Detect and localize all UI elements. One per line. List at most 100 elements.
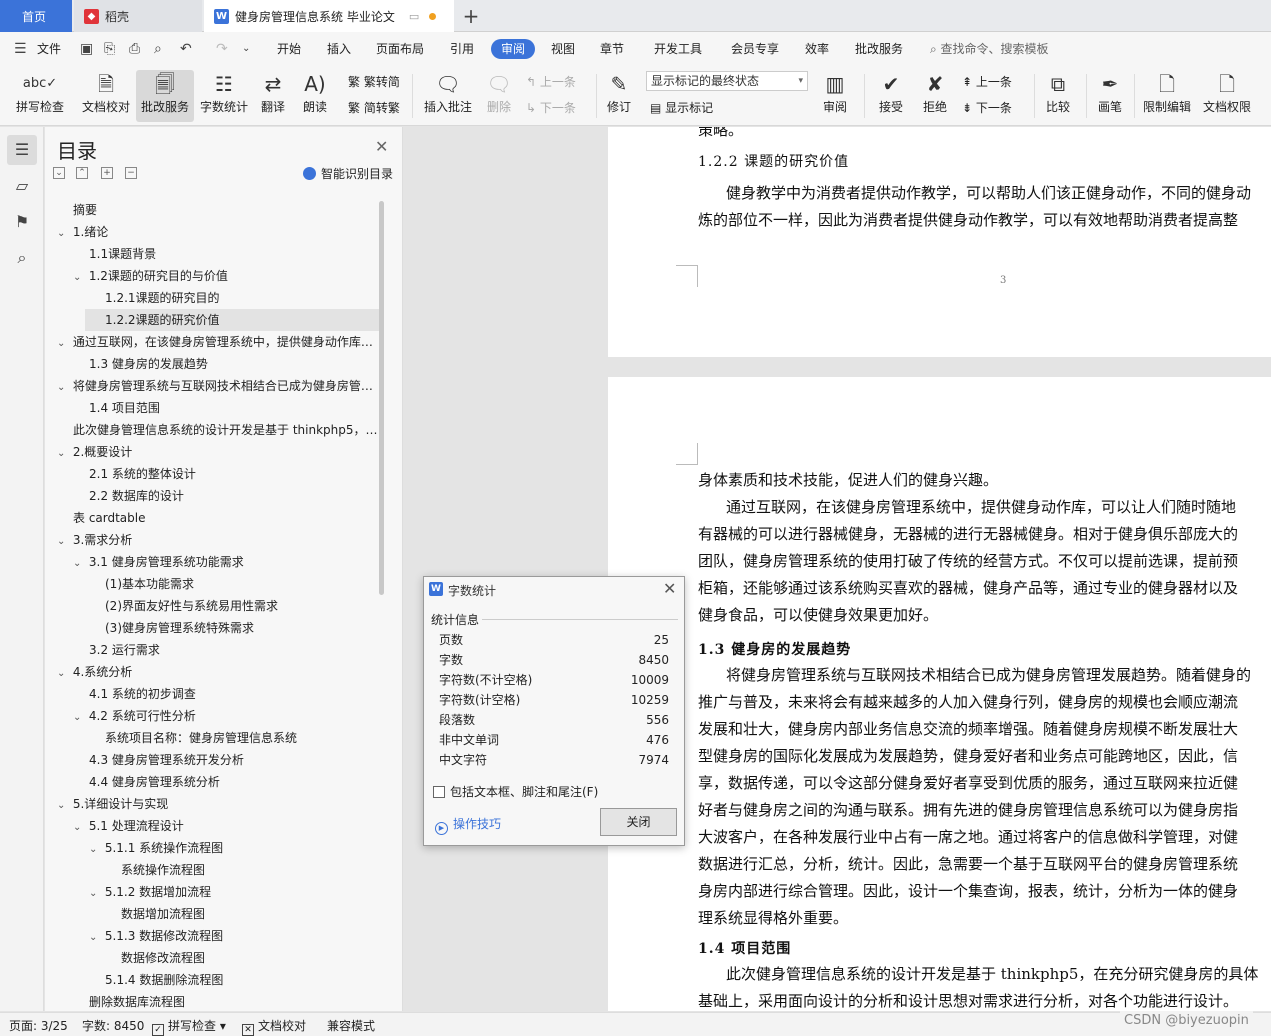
toc-item[interactable]: 数据修改流程图	[121, 947, 379, 969]
review-pane-button[interactable]: ▥ 审阅	[816, 70, 854, 122]
chevron-down-icon[interactable]: ⌄	[57, 795, 69, 815]
toc-item[interactable]: ⌄ 通过互联网，在该健身房管理系统中，提供健身动作库，可以让人们随时随地	[57, 331, 379, 353]
prev-comment-button[interactable]: ↰ 上一条	[526, 72, 576, 92]
tips-link[interactable]: ▶ 操作技巧	[435, 815, 501, 835]
word-count-indicator[interactable]: 字数: 8450	[82, 1017, 144, 1034]
toc-item[interactable]: 摘要	[73, 199, 379, 221]
next-change-button[interactable]: ⇟ 下一条	[962, 98, 1012, 118]
toc-item[interactable]: 1.1课题背景	[89, 243, 379, 265]
chevron-down-icon[interactable]: ⌄	[57, 531, 69, 551]
translate-button[interactable]: ⇄ 翻译	[256, 70, 290, 122]
toc-item[interactable]: 1.2.2课题的研究价值	[85, 309, 379, 331]
toc-item[interactable]: ⌄ 4.系统分析	[57, 661, 379, 683]
collapse-all-icon[interactable]: ⌄	[53, 167, 65, 179]
close-icon[interactable]: ✕	[663, 579, 676, 598]
menu-file[interactable]: 文件	[34, 39, 64, 59]
toc-item[interactable]: ⌄ 5.1 处理流程设计	[73, 815, 379, 837]
correct-service-button[interactable]: 🗐 批改服务	[136, 70, 194, 122]
toc-item[interactable]: ⌄ 1.2课题的研究目的与价值	[73, 265, 379, 287]
chevron-down-icon[interactable]: ⌄	[73, 267, 85, 287]
chevron-down-icon[interactable]: ⌄	[89, 927, 101, 947]
delete-comment-button[interactable]: 🗨 删除	[480, 70, 518, 122]
monitor-icon[interactable]: ▭	[409, 10, 419, 23]
toc-item[interactable]: (3)健身房管理系统特殊需求	[105, 617, 379, 639]
next-comment-button[interactable]: ↳ 下一条	[526, 98, 576, 118]
restrict-edit-button[interactable]: 🗋 限制编辑	[1140, 70, 1194, 122]
chapter-nav-icon[interactable]: ▱	[7, 171, 37, 201]
close-icon[interactable]: ✕	[375, 137, 388, 156]
expand-up-icon[interactable]: ⌃	[76, 167, 88, 179]
undo-icon[interactable]: ↶	[180, 41, 192, 57]
close-button[interactable]: 关闭	[600, 808, 677, 836]
menu-review[interactable]: 审阅	[491, 39, 536, 59]
menu-correction[interactable]: 批改服务	[852, 39, 906, 59]
prev-change-button[interactable]: ⇞ 上一条	[962, 72, 1012, 92]
toc-item[interactable]: 删除数据库流程图	[89, 991, 379, 1011]
spell-check-button[interactable]: abc✓ 拼写检查	[8, 70, 72, 122]
toc-item[interactable]: (1)基本功能需求	[105, 573, 379, 595]
menu-member[interactable]: 会员专享	[728, 39, 782, 59]
simp-to-trad-button[interactable]: 繁 简转繁	[348, 98, 400, 118]
reject-button[interactable]: ✘ 拒绝	[916, 70, 954, 122]
trad-to-simp-button[interactable]: 繁 繁转简	[348, 72, 400, 92]
show-markup-button[interactable]: ▤ 显示标记	[650, 98, 713, 118]
chevron-down-icon[interactable]: ⌄	[57, 333, 69, 353]
document-canvas[interactable]: 🗎 ▾ 策略。 1.2.2 课题的研究价值 健身教学中为消费者提供动作教学，可以…	[404, 127, 1271, 1011]
toc-item[interactable]: 4.1 系统的初步调查	[89, 683, 379, 705]
tab-home[interactable]: 首页	[0, 0, 72, 32]
toc-item[interactable]: ⌄ 1.绪论	[57, 221, 379, 243]
toc-item[interactable]: ⌄ 5.1.2 数据增加流程	[89, 881, 379, 903]
toc-item[interactable]: 1.3 健身房的发展趋势	[89, 353, 379, 375]
menu-chapter[interactable]: 章节	[597, 39, 627, 59]
print-icon[interactable]: ⎙	[129, 41, 140, 57]
toc-item[interactable]: 1.2.1课题的研究目的	[105, 287, 379, 309]
toc-scrollbar[interactable]	[379, 201, 384, 595]
chevron-down-icon[interactable]: ⌄	[57, 663, 69, 683]
menu-reference[interactable]: 引用	[447, 39, 477, 59]
export-icon[interactable]: ⎘	[104, 41, 115, 57]
compare-button[interactable]: ⧉ 比较	[1040, 70, 1076, 122]
toc-item[interactable]: 系统项目名称：健身房管理信息系统	[105, 727, 379, 749]
menu-start[interactable]: 开始	[274, 39, 304, 59]
save-icon[interactable]: ▣	[80, 41, 93, 57]
insert-comment-button[interactable]: 🗨 插入批注	[422, 70, 474, 122]
word-count-button[interactable]: ☷ 字数统计	[198, 70, 250, 122]
menu-efficiency[interactable]: 效率	[802, 39, 832, 59]
markup-state-select[interactable]: 显示标记的最终状态 ▾	[646, 71, 808, 91]
accept-button[interactable]: ✔ 接受	[872, 70, 910, 122]
pen-button[interactable]: ✒ 画笔	[1094, 70, 1126, 122]
toc-item[interactable]: ⌄ 2.概要设计	[57, 441, 379, 463]
chevron-down-icon[interactable]: ⌄	[57, 377, 69, 397]
toc-item[interactable]: 4.4 健身房管理系统分析	[89, 771, 379, 793]
toc-item[interactable]: ⌄ 3.1 健身房管理系统功能需求	[73, 551, 379, 573]
toc-item[interactable]: ⌄ 5.详细设计与实现	[57, 793, 379, 815]
chevron-down-icon[interactable]: ⌄	[89, 883, 101, 903]
chevron-down-icon[interactable]: ⌄	[89, 839, 101, 859]
tab-daoke[interactable]: ◆ 稻壳	[74, 0, 202, 32]
toc-item[interactable]: ⌄ 5.1.3 数据修改流程图	[89, 925, 379, 947]
toc-item[interactable]: ⌄ 3.需求分析	[57, 529, 379, 551]
doc-proof-status[interactable]: ✕ 文档校对	[242, 1017, 306, 1036]
toc-item[interactable]: ⌄ 4.2 系统可行性分析	[73, 705, 379, 727]
doc-proof-button[interactable]: 🗎 文档校对	[78, 70, 134, 122]
toc-item[interactable]: ⌄ 5.1.1 系统操作流程图	[89, 837, 379, 859]
toc-item[interactable]: 3.2 运行需求	[89, 639, 379, 661]
read-aloud-button[interactable]: A) 朗读	[298, 70, 332, 122]
chevron-down-icon[interactable]: ⌄	[73, 553, 85, 573]
preview-icon[interactable]: ⌕	[154, 41, 162, 57]
doc-permission-button[interactable]: 🗋 文档权限	[1200, 70, 1254, 122]
menu-view[interactable]: 视图	[548, 39, 578, 59]
toc-item[interactable]: (2)界面友好性与系统易用性需求	[105, 595, 379, 617]
hamburger-icon[interactable]: ☰	[14, 41, 27, 57]
tab-document[interactable]: W 健身房管理信息系统 毕业论文 ▭	[204, 0, 454, 32]
spell-check-toggle[interactable]: ✓ 拼写检查 ▾	[152, 1017, 226, 1036]
chevron-down-icon[interactable]: ⌄	[73, 707, 85, 727]
include-textbox-checkbox[interactable]: 包括文本框、脚注和尾注(F)	[433, 783, 598, 800]
menu-layout[interactable]: 页面布局	[373, 39, 427, 59]
revise-button[interactable]: ✎ 修订	[602, 70, 636, 122]
toc-item[interactable]: 表 cardtable	[73, 507, 379, 529]
toc-item[interactable]: 1.4 项目范围	[89, 397, 379, 419]
chevron-down-icon[interactable]: ⌄	[57, 443, 69, 463]
menu-insert[interactable]: 插入	[324, 39, 354, 59]
toc-item[interactable]: 5.1.4 数据删除流程图	[105, 969, 379, 991]
